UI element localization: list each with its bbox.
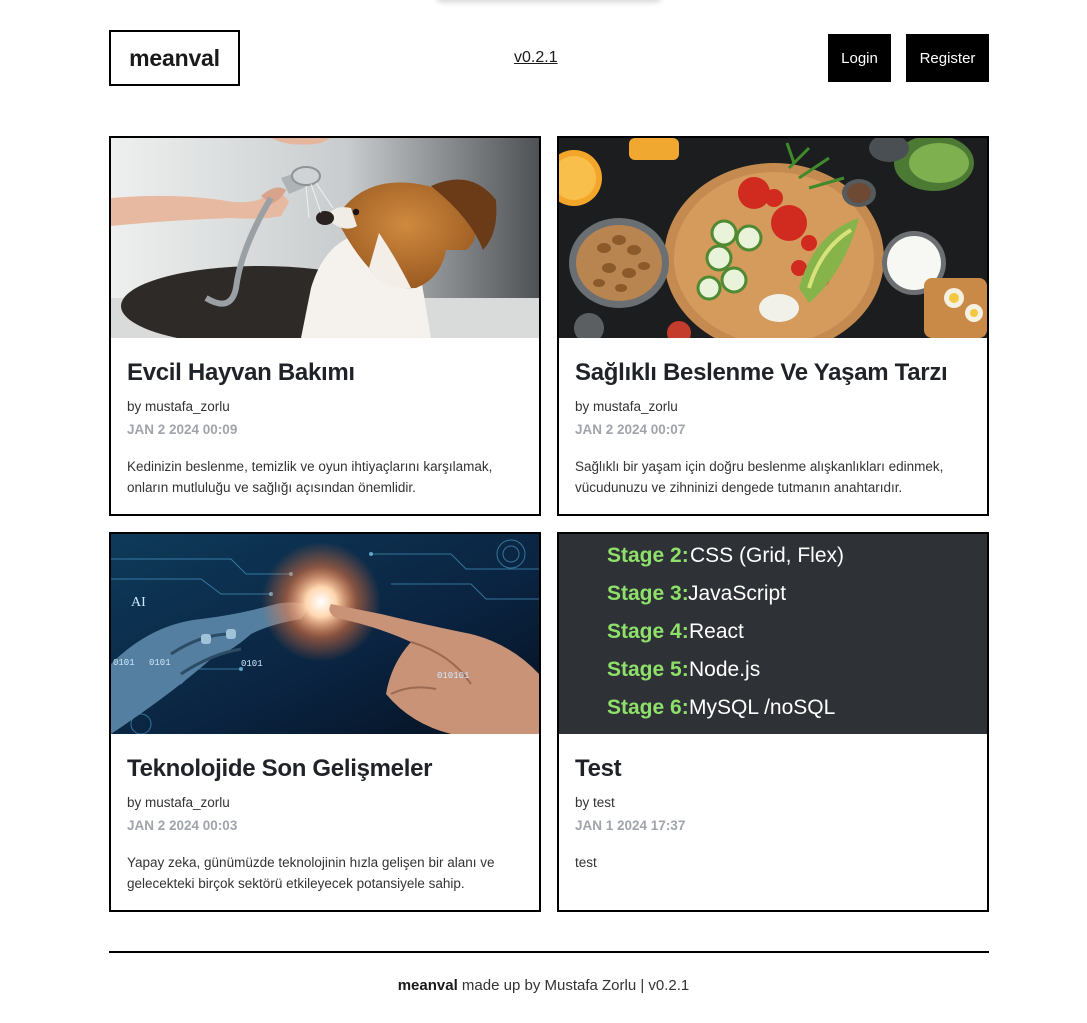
post-card[interactable]: Evcil Hayvan Bakımı by mustafa_zorlu JAN…: [109, 136, 541, 516]
svg-text:AI: AI: [131, 595, 146, 610]
post-image-roadmap: Stage 2: CSS (Grid, Flex) Stage 3: JavaS…: [559, 534, 987, 734]
post-excerpt: Yapay zeka, günümüzde teknolojinin hızla…: [127, 855, 495, 891]
svg-text:MySQL /noSQL: MySQL /noSQL: [689, 696, 835, 719]
post-card[interactable]: AI 0101 0101 010101 0101 Teknolojide Son…: [109, 532, 541, 912]
svg-text:React: React: [689, 620, 744, 643]
svg-text:010101: 010101: [437, 671, 469, 681]
post-date: JAN 2 2024 00:09: [127, 422, 238, 437]
svg-text:0101: 0101: [113, 658, 135, 668]
footer-text: made up by Mustafa Zorlu | v0.2.1: [457, 977, 690, 994]
svg-text:Node.js: Node.js: [689, 658, 760, 681]
login-button[interactable]: Login: [828, 34, 891, 82]
post-image-food: [559, 138, 987, 338]
post-author: by test: [575, 795, 615, 810]
post-excerpt: Kedinizin beslenme, temizlik ve oyun iht…: [127, 459, 493, 495]
post-date: JAN 1 2024 17:37: [575, 818, 686, 833]
post-excerpt: Sağlıklı bir yaşam için doğru beslenme a…: [575, 459, 944, 495]
post-title[interactable]: Test: [575, 755, 622, 783]
post-title[interactable]: Evcil Hayvan Bakımı: [127, 359, 355, 387]
post-title[interactable]: Teknolojide Son Gelişmeler: [127, 755, 432, 783]
svg-text:JavaScript: JavaScript: [688, 582, 786, 605]
post-title[interactable]: Sağlıklı Beslenme Ve Yaşam Tarzı: [575, 359, 948, 387]
post-image-dog: [111, 138, 539, 338]
post-author: by mustafa_zorlu: [127, 399, 230, 414]
post-date: JAN 2 2024 00:03: [127, 818, 238, 833]
svg-text:Stage 4:: Stage 4:: [607, 620, 689, 643]
post-date: JAN 2 2024 00:07: [575, 422, 686, 437]
svg-text:Stage 5:: Stage 5:: [607, 658, 689, 681]
post-author: by mustafa_zorlu: [575, 399, 678, 414]
register-button[interactable]: Register: [906, 34, 989, 82]
post-author: by mustafa_zorlu: [127, 795, 230, 810]
svg-text:Stage 2:: Stage 2:: [607, 544, 689, 567]
svg-text:0101: 0101: [149, 658, 171, 668]
svg-text:Stage 6:: Stage 6:: [607, 696, 689, 719]
site-logo[interactable]: meanval: [109, 30, 240, 86]
footer-divider: [109, 951, 989, 953]
post-card[interactable]: Stage 2: CSS (Grid, Flex) Stage 3: JavaS…: [557, 532, 989, 912]
site-footer: meanval made up by Mustafa Zorlu | v0.2.…: [0, 977, 1087, 994]
svg-text:CSS (Grid, Flex): CSS (Grid, Flex): [690, 544, 844, 567]
post-card[interactable]: Sağlıklı Beslenme Ve Yaşam Tarzı by must…: [557, 136, 989, 516]
post-image-ai: AI 0101 0101 010101 0101: [111, 534, 539, 734]
site-header: meanval v0.2.1 Login Register: [109, 30, 989, 86]
footer-brand: meanval: [397, 977, 458, 994]
post-excerpt: test: [575, 855, 597, 870]
svg-text:0101: 0101: [241, 659, 263, 669]
svg-text:Stage 3:: Stage 3:: [607, 582, 689, 605]
version-link[interactable]: v0.2.1: [514, 49, 558, 67]
